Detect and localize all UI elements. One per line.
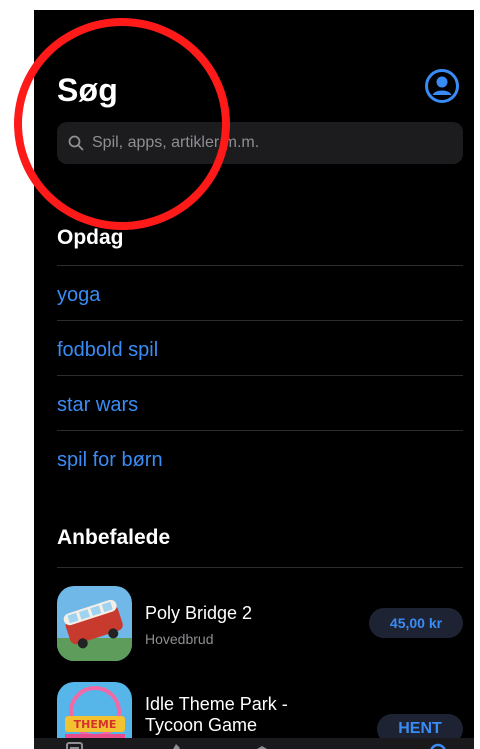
games-icon[interactable] [162, 740, 186, 749]
discover-item-spil-for-born[interactable]: spil for børn [57, 449, 163, 472]
bus-app-icon [57, 586, 132, 661]
buy-button[interactable]: 45,00 kr [369, 608, 463, 638]
discover-item-fodbold-spil[interactable]: fodbold spil [57, 339, 158, 362]
discover-heading: Opdag [57, 226, 124, 249]
search-icon[interactable] [427, 740, 451, 749]
app-store-search-screen: Søg Opdag yoga fodbold spil star wars sp… [34, 10, 480, 749]
discover-item-star-wars[interactable]: star wars [57, 394, 138, 417]
divider [57, 320, 463, 321]
divider [57, 265, 463, 266]
page-title: Søg [57, 72, 119, 108]
tab-bar [34, 738, 480, 749]
recommended-heading: Anbefalede [57, 526, 171, 549]
search-input[interactable] [90, 133, 424, 153]
app-row-poly-bridge-2[interactable]: Poly Bridge 2 Hovedbrud 45,00 kr [57, 586, 463, 664]
app-subtitle: Hovedbrud [145, 631, 214, 647]
discover-item-yoga[interactable]: yoga [57, 284, 100, 307]
screenshot-edge [474, 0, 480, 749]
app-name: Poly Bridge 2 [145, 603, 253, 623]
magnifier-icon [68, 135, 84, 151]
arcade-icon[interactable] [341, 740, 365, 749]
app-name: Idle Theme Park - Tycoon Game [145, 694, 288, 735]
divider [57, 430, 463, 431]
today-icon[interactable] [63, 740, 87, 749]
divider [57, 567, 463, 568]
apps-icon[interactable] [250, 740, 274, 749]
svg-text:THEME: THEME [74, 718, 117, 731]
person-circle-icon[interactable] [424, 68, 460, 104]
divider [57, 375, 463, 376]
search-bar[interactable] [57, 122, 463, 164]
